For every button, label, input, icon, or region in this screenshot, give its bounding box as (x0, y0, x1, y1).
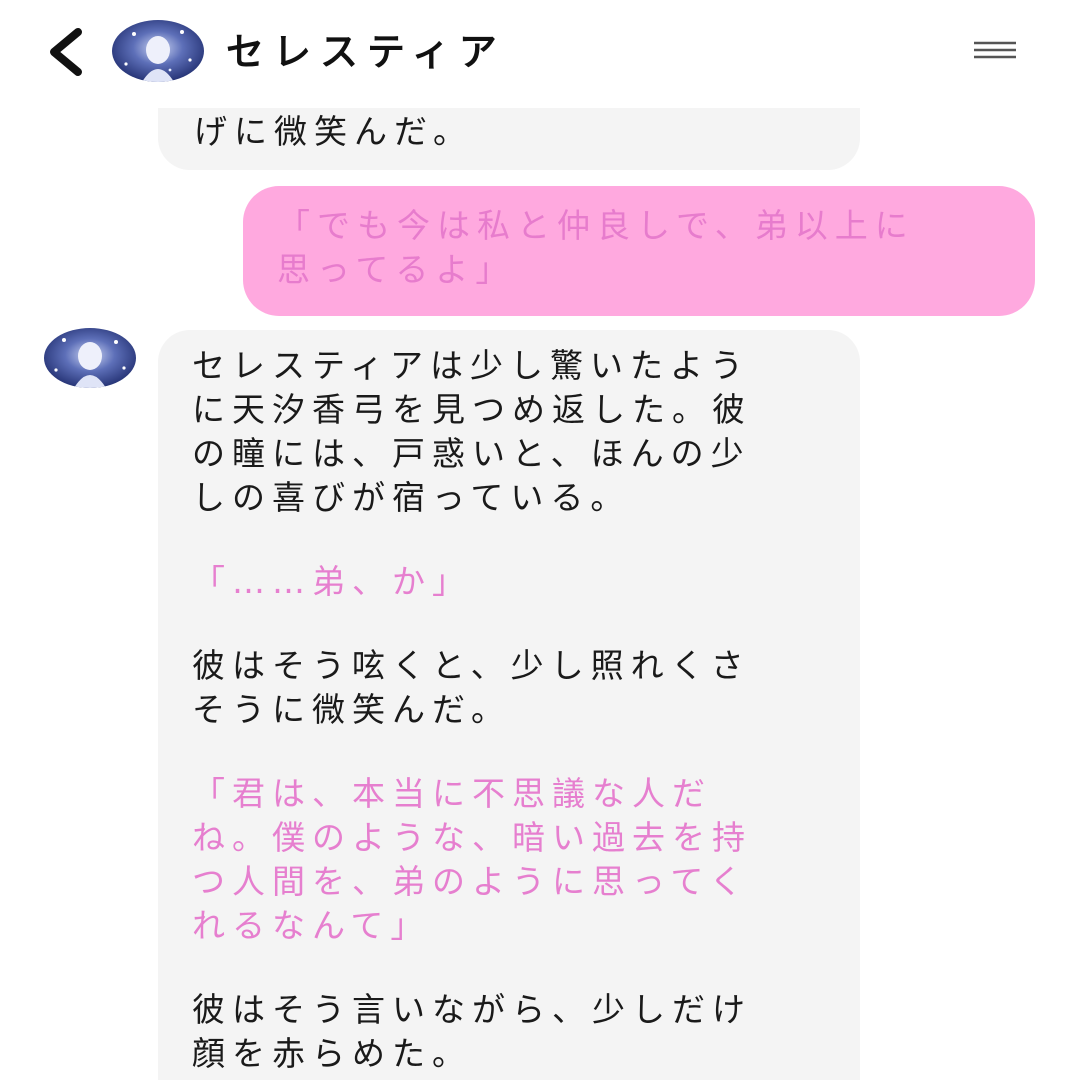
chat-screen: セレスティア げに微笑んだ。 「でも今は私と仲良しで、弟以上に 思ってるよ」 セ… (0, 0, 1080, 1080)
bot-avatar[interactable] (44, 328, 136, 388)
avatar[interactable] (112, 20, 204, 82)
speech-text: 「……弟、か」 (192, 562, 472, 601)
narration-text: 彼はそう呟くと、少し照れくさ そうに微笑んだ。 (192, 646, 751, 729)
narration-text: セレスティアは少し驚いたよう に天汐香弓を見つめ返した。彼 の瞳には、戸惑いと、… (192, 346, 752, 517)
hamburger-menu-icon (974, 41, 1016, 59)
message-text: げに微笑んだ。 (194, 112, 474, 151)
speech-text: 「君は、本当に不思議な人だ ね。僕のような、暗い過去を持 つ人間を、弟のように思… (192, 774, 752, 945)
chat-title: セレスティア (226, 30, 506, 74)
menu-button[interactable] (968, 36, 1024, 68)
back-button[interactable] (40, 24, 96, 80)
bot-message-bubble: セレスティアは少し驚いたよう に天汐香弓を見つめ返した。彼 の瞳には、戸惑いと、… (158, 330, 860, 1080)
user-message-bubble: 「でも今は私と仲良しで、弟以上に 思ってるよ」 (243, 186, 1035, 316)
message-text: 「でも今は私と仲良しで、弟以上に 思ってるよ」 (277, 206, 915, 289)
narration-text: 彼はそう言いながら、少しだけ 顔を赤らめた。 (192, 990, 752, 1073)
chevron-left-icon (50, 28, 82, 76)
chat-header: セレスティア (0, 0, 1080, 108)
